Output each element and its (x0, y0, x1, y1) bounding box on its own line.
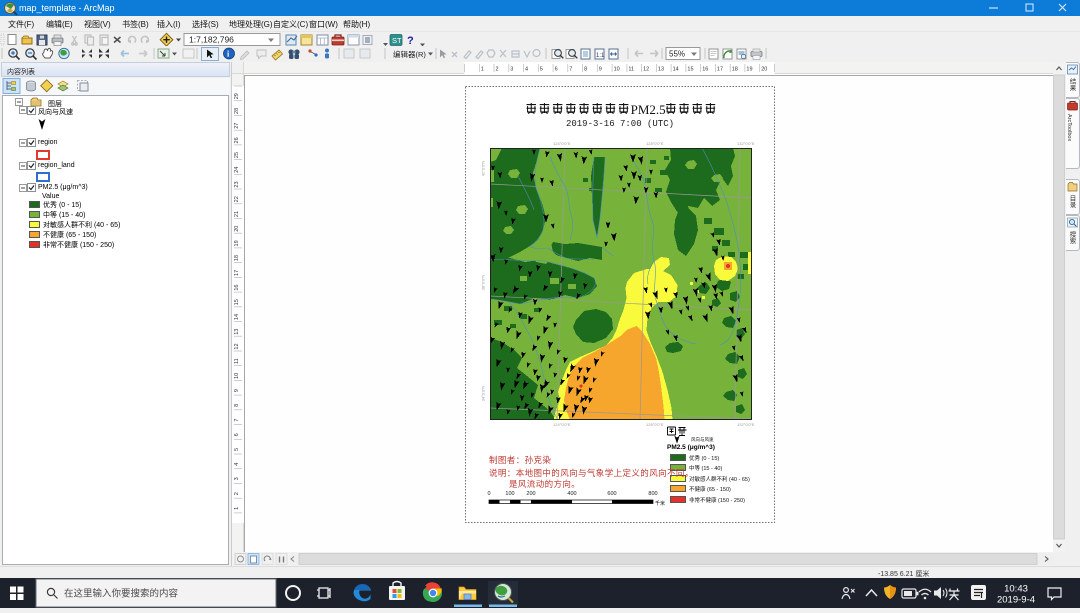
svg-text:19: 19 (234, 240, 240, 246)
svg-text:26: 26 (234, 137, 240, 143)
svg-text:21: 21 (234, 211, 240, 217)
svg-text:2: 2 (234, 492, 240, 495)
svg-text:3: 3 (510, 67, 513, 73)
svg-text:18: 18 (234, 255, 240, 261)
svg-text:10:43: 10:43 (1004, 584, 1028, 595)
svg-text:23: 23 (234, 181, 240, 187)
svg-text:1: 1 (481, 67, 484, 73)
svg-text:千米: 千米 (655, 500, 665, 507)
svg-text:6: 6 (234, 433, 240, 436)
svg-text:1:1: 1:1 (596, 53, 605, 59)
svg-text:11: 11 (628, 67, 634, 73)
svg-text:200: 200 (526, 491, 535, 497)
svg-text:8: 8 (584, 67, 587, 73)
svg-text:27: 27 (234, 123, 240, 129)
svg-text:1:7,182,796: 1:7,182,796 (189, 35, 234, 45)
svg-text:16: 16 (702, 67, 708, 73)
svg-text:2: 2 (496, 67, 499, 73)
svg-text:PM2.5: PM2.5 (631, 102, 666, 117)
svg-text:13: 13 (658, 67, 664, 73)
svg-text:22: 22 (234, 196, 240, 202)
svg-text:10: 10 (614, 67, 620, 73)
svg-text:5: 5 (234, 448, 240, 451)
svg-text:400: 400 (567, 491, 576, 497)
svg-text:17: 17 (717, 67, 723, 73)
svg-text:2019-9-4: 2019-9-4 (997, 595, 1035, 606)
svg-text:14: 14 (673, 67, 679, 73)
svg-text:14: 14 (234, 314, 240, 320)
svg-text:15: 15 (234, 299, 240, 305)
svg-text:4: 4 (234, 463, 240, 466)
svg-text:15: 15 (687, 67, 693, 73)
svg-text:100: 100 (505, 491, 514, 497)
svg-text:11: 11 (234, 358, 240, 364)
svg-text:10: 10 (234, 373, 240, 379)
svg-text:编辑器(R): 编辑器(R) (393, 49, 426, 59)
svg-text:在这里输入你要搜索的内容: 在这里输入你要搜索的内容 (64, 588, 179, 600)
svg-text:4: 4 (525, 67, 528, 73)
svg-text:24: 24 (234, 167, 240, 173)
svg-text:ST: ST (392, 36, 402, 45)
svg-text:9: 9 (599, 67, 602, 73)
svg-text:20: 20 (234, 226, 240, 232)
svg-text:25: 25 (234, 152, 240, 158)
svg-text:1: 1 (234, 507, 240, 510)
svg-text:12: 12 (643, 67, 649, 73)
svg-text:6: 6 (555, 67, 558, 73)
svg-text:28: 28 (234, 108, 240, 114)
svg-text:5: 5 (540, 67, 543, 73)
svg-text:13: 13 (234, 329, 240, 335)
svg-text:19: 19 (746, 67, 752, 73)
svg-text:8: 8 (234, 404, 240, 407)
svg-text:18: 18 (732, 67, 738, 73)
svg-text:29: 29 (234, 93, 240, 99)
svg-text:600: 600 (607, 491, 616, 497)
svg-text:12: 12 (234, 343, 240, 349)
svg-text:0: 0 (487, 491, 490, 497)
svg-text:7: 7 (234, 419, 240, 422)
svg-text:9: 9 (234, 389, 240, 392)
svg-text:3: 3 (234, 477, 240, 480)
svg-text:800: 800 (648, 491, 657, 497)
svg-text:16: 16 (234, 285, 240, 291)
svg-text:17: 17 (234, 270, 240, 276)
svg-text:7: 7 (569, 67, 572, 73)
svg-text:55%: 55% (669, 50, 685, 59)
svg-text:20: 20 (761, 67, 767, 73)
